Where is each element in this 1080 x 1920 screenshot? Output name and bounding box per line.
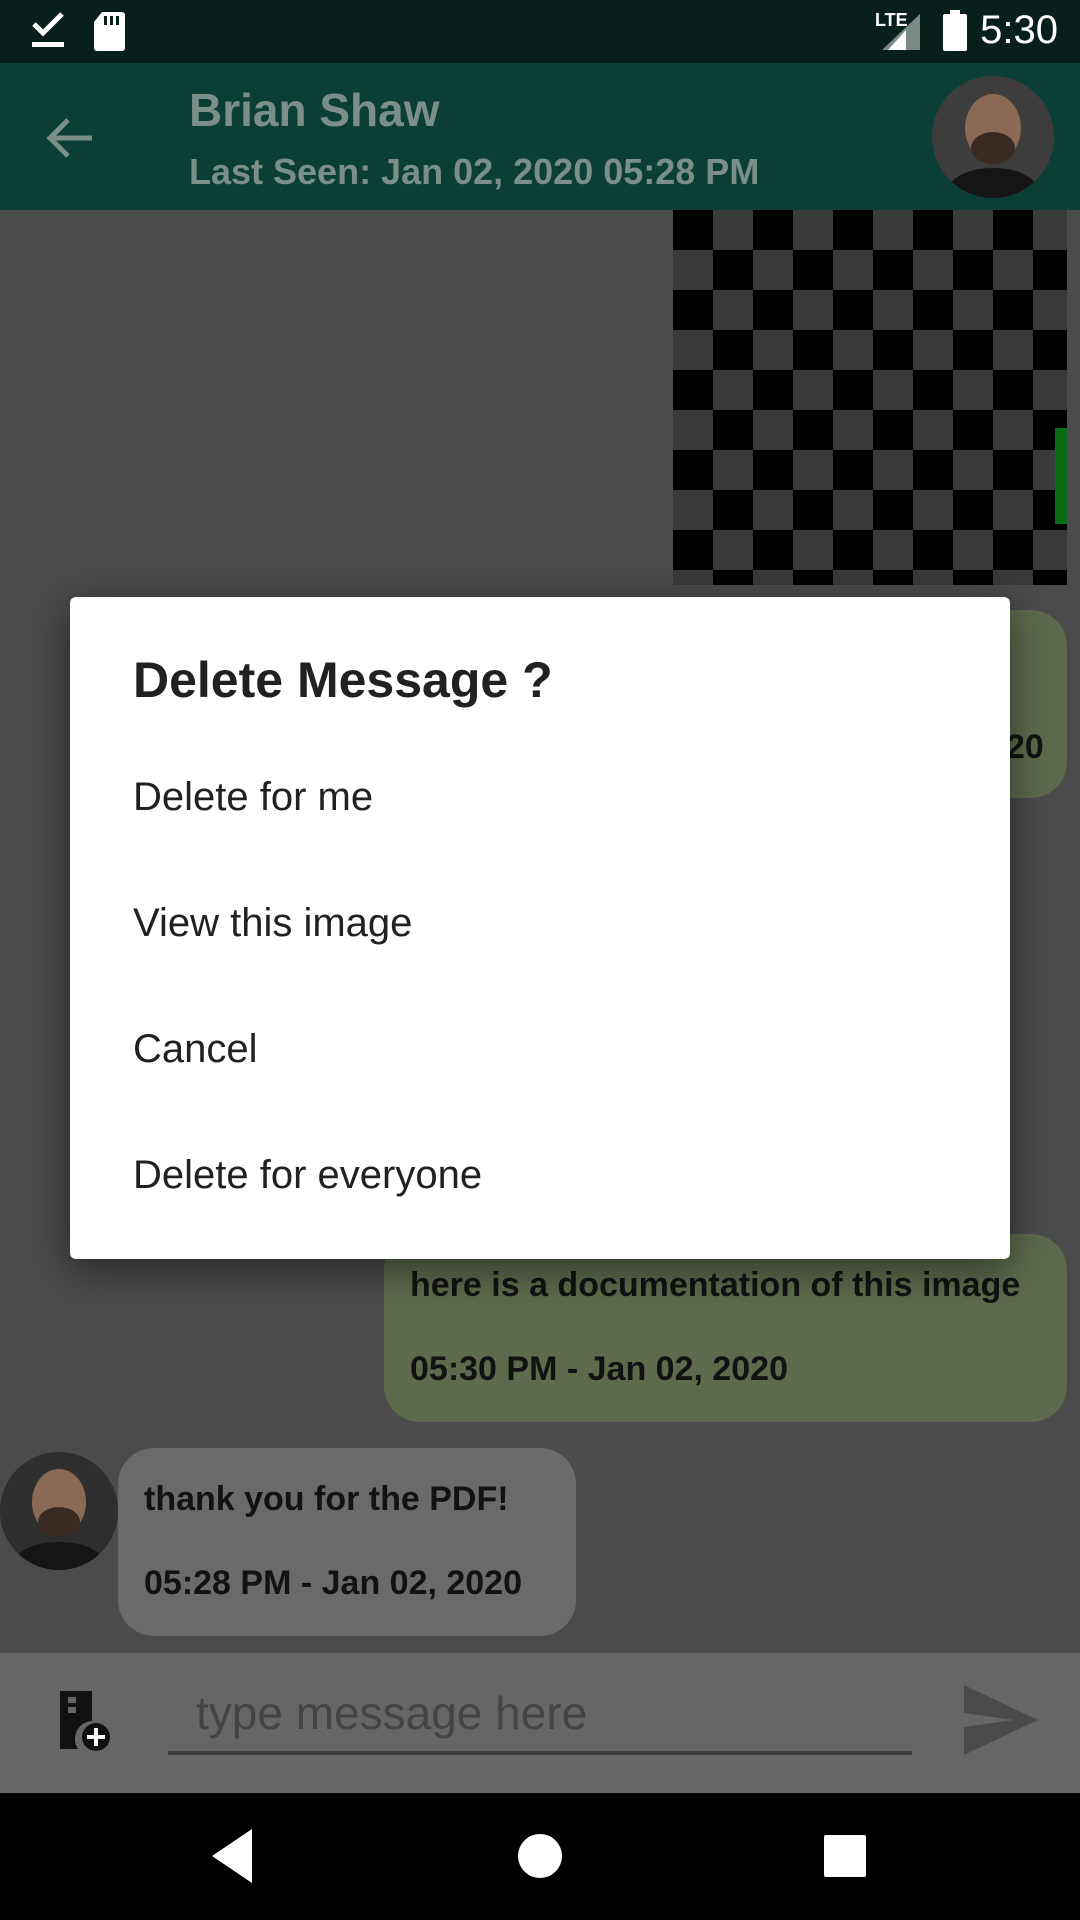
delete-for-everyone-option[interactable]: Delete for everyone: [70, 1113, 1010, 1239]
clock: 5:30: [980, 8, 1058, 52]
message-text: here is a documentation of this image: [410, 1266, 1021, 1304]
composer-bar: [0, 1653, 1080, 1793]
arrow-back-icon[interactable]: [40, 108, 100, 168]
option-label: Delete for me: [133, 775, 374, 819]
status-bar: LTE 5:30: [0, 0, 1080, 63]
send-icon[interactable]: [962, 1683, 1040, 1757]
delete-for-me-option[interactable]: Delete for me: [70, 735, 1010, 861]
nav-home-icon[interactable]: [507, 1823, 573, 1889]
message-bubble-sent[interactable]: here is a documentation of this image 05…: [384, 1234, 1067, 1422]
option-label: Cancel: [133, 1027, 258, 1071]
option-label: View this image: [133, 901, 413, 945]
contact-name[interactable]: Brian Shaw: [189, 83, 440, 137]
cancel-option[interactable]: Cancel: [70, 987, 1010, 1113]
signal-icon: [882, 14, 920, 50]
system-nav-bar: [0, 1793, 1080, 1920]
message-time: 05:30 PM - Jan 02, 2020: [410, 1350, 789, 1388]
message-text: thank you for the PDF!: [144, 1480, 509, 1518]
delete-message-dialog: Delete Message ? Delete for me View this…: [70, 597, 1010, 1259]
attach-file-icon[interactable]: [56, 1691, 114, 1753]
message-time: 05:28 PM - Jan 02, 2020: [144, 1564, 523, 1602]
view-image-option[interactable]: View this image: [70, 861, 1010, 987]
image-content: [1055, 428, 1067, 524]
check-download-icon: [32, 12, 64, 47]
message-time: 20: [1006, 728, 1044, 766]
nav-back-icon[interactable]: [200, 1823, 266, 1889]
message-input[interactable]: [168, 1675, 912, 1755]
battery-icon: [943, 10, 967, 51]
option-label: Delete for everyone: [133, 1153, 483, 1197]
avatar[interactable]: [932, 76, 1054, 198]
contact-photo: [932, 76, 1054, 198]
sd-card-icon: [94, 12, 125, 51]
avatar[interactable]: [0, 1452, 118, 1570]
contact-photo: [0, 1452, 118, 1570]
chat-header: Brian Shaw Last Seen: Jan 02, 2020 05:28…: [0, 63, 1080, 210]
image-message[interactable]: [673, 210, 1067, 585]
dialog-title: Delete Message ?: [133, 652, 553, 708]
nav-recents-icon[interactable]: [812, 1823, 878, 1889]
last-seen-status: Last Seen: Jan 02, 2020 05:28 PM: [189, 151, 760, 192]
message-bubble-received[interactable]: thank you for the PDF! 05:28 PM - Jan 02…: [118, 1448, 576, 1636]
